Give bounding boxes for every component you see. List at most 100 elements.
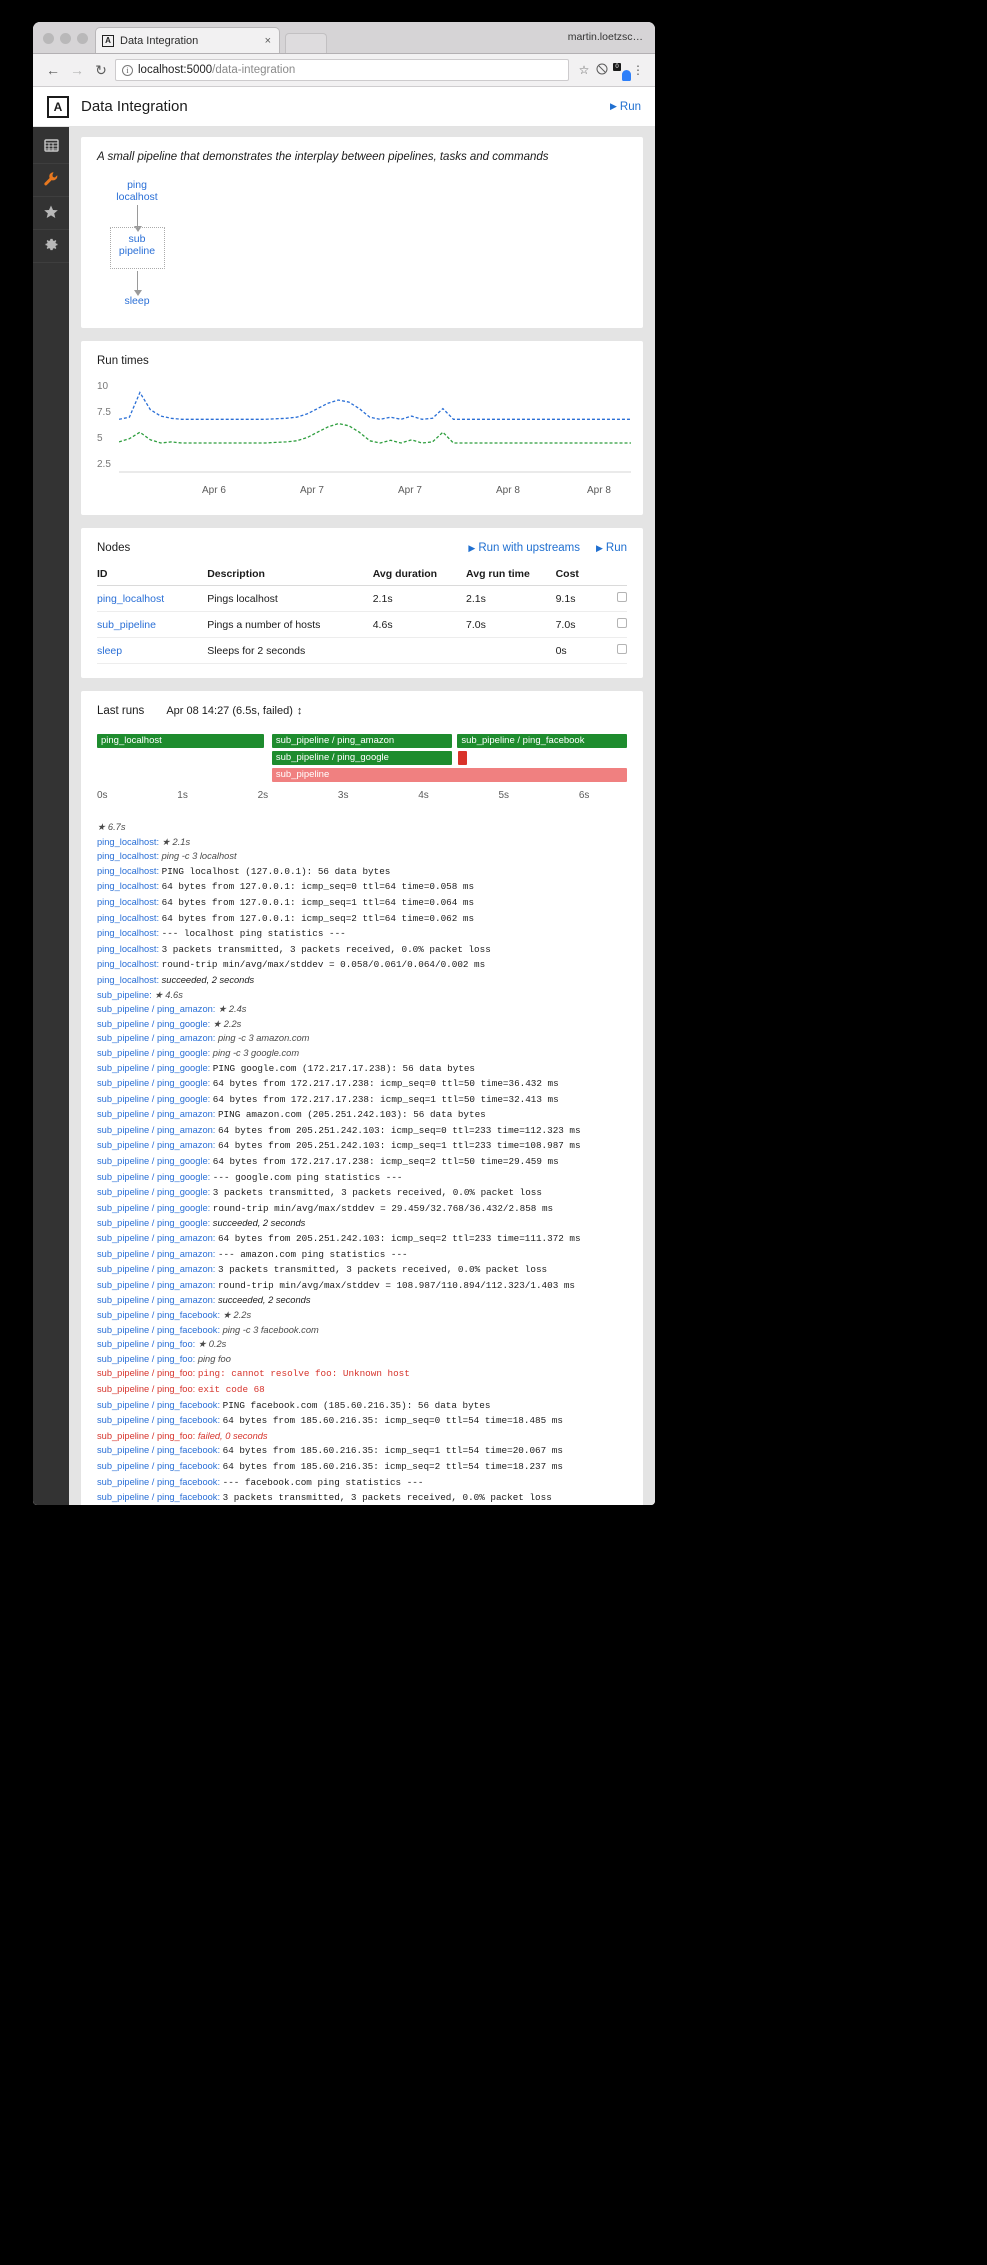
log-text: --- amazon.com ping statistics --- [217,1248,408,1260]
log-text: ping foo [197,1353,231,1364]
site-info-icon[interactable]: i [122,64,133,76]
col-avg-run-time: Avg run time [466,568,556,586]
log-prefix: sub_pipeline / ping_facebook [97,1324,218,1335]
table-row[interactable]: ping_localhost Pings localhost 2.1s 2.1s 9.1… [97,585,627,612]
reload-icon[interactable]: ↻ [89,62,113,79]
cell-avg-run-time: 2.1s [466,585,556,612]
log-line: ping_localhost: ping -c 3 localhost [97,851,237,862]
cell-id[interactable]: sleep [97,637,208,664]
timeline-bar[interactable]: ping_localhost [97,734,264,748]
log-prefix: sub_pipeline / ping_amazon [97,1140,213,1151]
run-with-upstreams-button[interactable]: ▶ Run with upstreams [468,542,580,554]
browser-menu-icon[interactable]: ⋮ [629,63,647,77]
log-prefix: ping_localhost [97,836,157,847]
log-line: sub_pipeline / ping_google: ★ 2.2s [97,1018,242,1029]
log-text: round-trip min/avg/max/stddev = 108.987/… [217,1279,576,1291]
minimize-window-button[interactable] [60,33,71,44]
run-with-upstreams-label: Run with upstreams [478,542,580,554]
cell-avg-run-time: 7.0s [466,611,556,638]
last-runs-title: Last runs [97,705,145,717]
row-checkbox[interactable] [617,592,627,602]
cell-checkbox[interactable] [617,611,627,638]
log-line: sub_pipeline / ping_facebook: PING faceb… [97,1399,491,1411]
row-checkbox[interactable] [617,644,627,654]
adblock-icon[interactable] [593,63,611,78]
new-tab-button[interactable] [285,33,327,53]
x-axis-tick: Apr 6 [202,485,226,496]
nodes-run-button[interactable]: ▶ Run [596,542,627,554]
bookmark-star-icon[interactable]: ☆ [575,63,593,77]
run-timeline: ping_localhost sub_pipeline / ping_amazon… [97,734,627,786]
graph-node-sleep[interactable]: sleep [97,295,177,307]
log-line: sub_pipeline / ping_amazon: succeeded, 2… [97,1295,311,1306]
graph-node-ping-localhost[interactable]: ping localhost [97,179,177,203]
sidebar-item-settings[interactable] [33,230,69,263]
cell-id[interactable]: ping_localhost [97,585,208,612]
cell-checkbox[interactable] [617,585,627,612]
timeline-tick: 3s [337,790,349,801]
window-controls[interactable] [43,33,88,44]
sidebar-item-tools[interactable] [33,164,69,197]
log-line: sub_pipeline: ★ 4.6s [97,989,183,1000]
run-button[interactable]: ▶ Run [610,101,641,113]
log-text: ★ 2.2s [212,1018,242,1029]
log-prefix: sub_pipeline / ping_amazon [97,1233,213,1244]
x-axis-tick: Apr 8 [587,485,611,496]
browser-tab[interactable]: A Data Integration × [95,27,280,53]
browser-profile-name[interactable]: martin.loetzsc… [568,31,643,43]
close-icon[interactable]: × [265,35,273,47]
maximize-window-button[interactable] [77,33,88,44]
log-line: sub_pipeline / ping_facebook: 64 bytes f… [97,1445,563,1457]
log-line: sub_pipeline / ping_google: 3 packets tr… [97,1187,542,1199]
log-text: ping -c 3 google.com [212,1047,300,1058]
log-line: ping_localhost: round-trip min/avg/max/s… [97,959,486,971]
back-icon[interactable]: ← [41,62,65,78]
nodes-title: Nodes [97,542,131,554]
log-prefix: sub_pipeline / ping_facebook [97,1492,218,1503]
col-avg-duration: Avg duration [372,568,467,586]
log-text: succeeded, 2 seconds [161,974,255,985]
cell-checkbox[interactable] [617,637,627,664]
log-line: sub_pipeline / ping_foo: exit code 68 [97,1383,265,1395]
log-text: ★ 6.7s [97,822,126,832]
timeline-bar[interactable] [458,751,467,765]
col-id: ID [97,568,208,586]
timeline-bar[interactable]: sub_pipeline / ping_google [271,751,453,765]
y-axis-tick: 2.5 [97,459,111,470]
log-text: 64 bytes from 185.60.216.35: icmp_seq=2 … [222,1460,563,1472]
app-logo[interactable]: A [47,95,69,118]
log-line: sub_pipeline / ping_google: succeeded, 2… [97,1218,306,1229]
timeline-bar[interactable]: sub_pipeline / ping_amazon [271,734,453,748]
graph-node-sub-pipeline[interactable]: sub pipeline [97,233,177,257]
close-window-button[interactable] [43,33,54,44]
log-text: 64 bytes from 185.60.216.35: icmp_seq=0 … [222,1415,563,1427]
cell-description: Pings localhost [207,585,373,612]
cell-avg-run-time [466,637,556,664]
log-prefix: sub_pipeline / ping_facebook [97,1415,218,1426]
timeline-bar[interactable]: sub_pipeline / ping_facebook [457,734,627,748]
row-checkbox[interactable] [617,618,627,628]
cell-id[interactable]: sub_pipeline [97,611,208,638]
sidebar-item-favorites[interactable] [33,197,69,230]
table-row[interactable]: sleep Sleeps for 2 seconds 0s [97,637,627,664]
timeline-tick: 1s [177,790,188,801]
x-axis-tick: Apr 7 [398,485,422,496]
log-line: sub_pipeline / ping_amazon: ★ 2.4s [97,1004,247,1015]
address-bar[interactable]: i localhost:5000/data-integration [115,59,569,81]
sidebar-item-pipelines[interactable] [33,131,69,164]
forward-icon[interactable]: → [65,62,89,78]
play-icon: ▶ [468,542,476,553]
nodes-card: Nodes ▶ Run with upstreams ▶ Run ID Desc… [81,528,643,678]
run-selector[interactable]: Apr 08 14:27 (6.5s, failed) ↕ [166,705,302,717]
table-row[interactable]: sub_pipeline Pings a number of hosts 4.6s 7… [97,611,627,638]
log-text: 64 bytes from 205.251.242.103: icmp_seq=… [217,1140,581,1152]
col-select [617,568,627,586]
timeline-bar[interactable]: sub_pipeline [271,768,627,782]
y-axis-tick: 7.5 [97,407,111,418]
log-line: ★ 6.7s [97,820,627,835]
log-prefix: sub_pipeline / ping_google [97,1047,208,1058]
log-line: sub_pipeline / ping_google: 64 bytes fro… [97,1156,559,1168]
url-path: /data-integration [212,64,296,76]
page-title: Data Integration [81,98,188,115]
cell-cost: 9.1s [555,585,617,612]
